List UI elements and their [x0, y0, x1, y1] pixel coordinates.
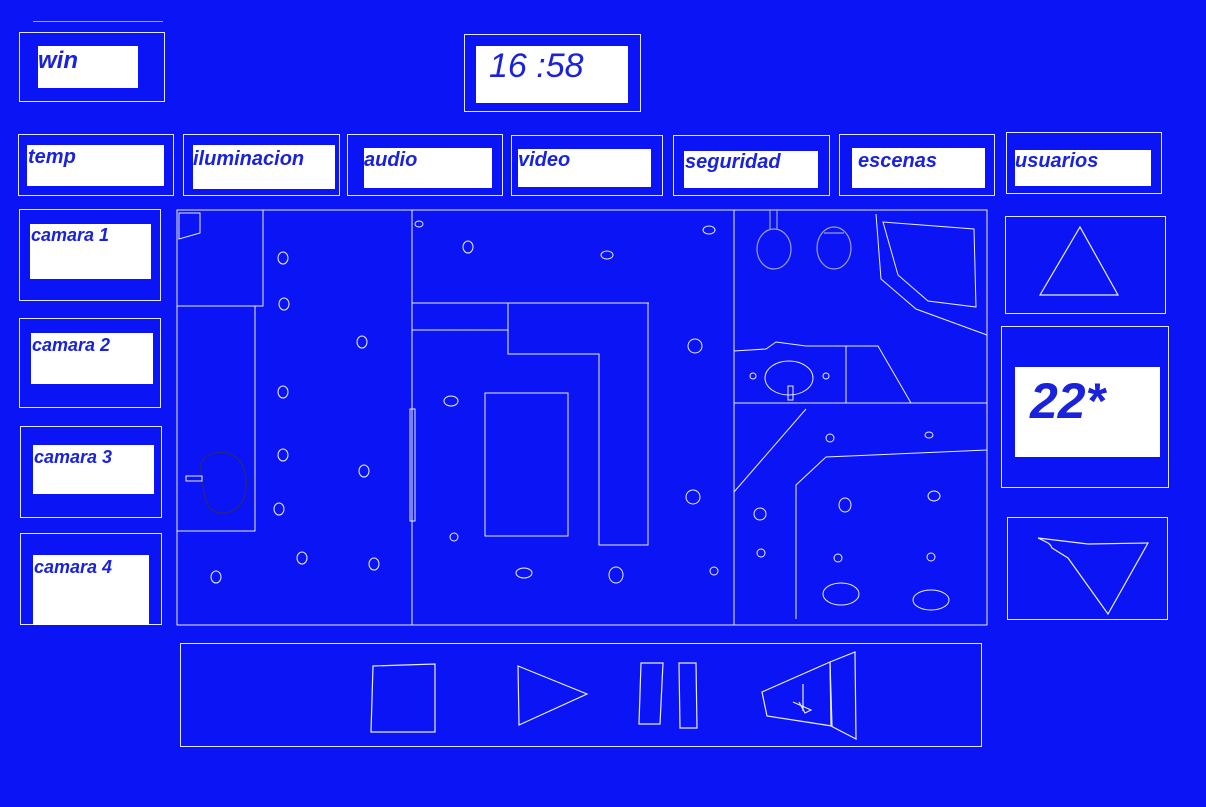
floorplan-tub [882, 221, 977, 308]
floorplan-light [273, 502, 285, 516]
floorplan-light [462, 240, 474, 254]
tab-label: video [518, 149, 571, 171]
temperature-panel: 22* [1001, 326, 1169, 488]
tab-temp[interactable]: temp [18, 134, 174, 196]
floorplan-toilet-flush [185, 475, 203, 482]
floorplan-light [277, 385, 289, 399]
floorplan-light [210, 570, 222, 584]
clock-panel: 16 :58 [464, 34, 641, 112]
tab-label: usuarios [1015, 150, 1099, 172]
floorplan-icon[interactable] [176, 209, 988, 627]
volume-icon-speaker [829, 651, 857, 740]
triangle-down-icon [1037, 537, 1150, 616]
floorplan-light [924, 431, 934, 439]
floorplan-light [912, 589, 950, 611]
volume-icon[interactable] [761, 661, 833, 727]
floorplan-light [600, 250, 614, 260]
floorplan-corridor [507, 303, 649, 546]
volume-icon-mark [792, 701, 813, 714]
camera-4-button[interactable]: camara 4 [20, 533, 162, 625]
win-button[interactable]: win [19, 32, 165, 102]
triangle-up-icon [1038, 225, 1120, 296]
floorplan-light [685, 489, 701, 505]
tab-seguridad[interactable]: seguridad [673, 135, 830, 196]
floorplan-wall [845, 345, 912, 404]
floorplan-room [176, 209, 264, 307]
stop-icon[interactable] [370, 663, 436, 733]
tab-label: escenas [858, 150, 937, 172]
floorplan-light [753, 507, 767, 521]
floorplan-toilet [200, 451, 247, 514]
floorplan-chair [756, 228, 792, 270]
camera-1-button[interactable]: camara 1 [19, 209, 161, 301]
floorplan-light [838, 497, 852, 513]
floorplan-light [926, 552, 936, 562]
camera-2-button[interactable]: camara 2 [19, 318, 161, 408]
floorplan-light [709, 566, 719, 576]
tab-usuarios[interactable]: usuarios [1006, 132, 1162, 194]
floorplan-light [687, 338, 703, 354]
tab-iluminacion[interactable]: iluminacion [183, 134, 340, 196]
floorplan-counter [733, 341, 846, 352]
floorplan-light [608, 566, 624, 584]
floorplan-light [443, 395, 459, 407]
camera-label: camara 3 [34, 447, 113, 467]
floorplan-light [368, 557, 380, 571]
camera-3-button[interactable]: camara 3 [20, 426, 162, 518]
camera-label: camara 4 [34, 557, 113, 577]
top-divider [33, 21, 163, 22]
floorplan-tap [787, 385, 794, 401]
clock-time: 16 :58 [489, 47, 584, 85]
media-controls-icons [370, 651, 857, 740]
win-label: win [38, 47, 78, 74]
floorplan-light [358, 464, 370, 478]
pause-icon[interactable] [638, 662, 664, 725]
home-control-screen: win 16 :58 temp iluminacion audio video … [0, 0, 1206, 807]
temperature-value: 22* [1030, 373, 1106, 429]
floorplan-sink [178, 212, 201, 240]
floorplan-light [278, 297, 290, 311]
media-controls-bar [180, 643, 982, 747]
floorplan-light [749, 372, 757, 380]
floorplan-basin [764, 360, 814, 396]
floorplan-light [356, 335, 368, 349]
temperature-down-button[interactable] [1007, 517, 1168, 620]
tab-label: iluminacion [193, 148, 305, 170]
pause-icon-bar [678, 662, 698, 729]
floorplan-light [822, 582, 860, 606]
floorplan-light [296, 551, 308, 565]
tab-video[interactable]: video [511, 135, 663, 196]
camera-label: camara 2 [32, 335, 111, 355]
floorplan-tub-curve [875, 213, 988, 336]
floorplan-room [176, 305, 256, 532]
floorplan-light [702, 225, 716, 235]
tab-escenas[interactable]: escenas [839, 134, 995, 196]
floorplan-light [449, 532, 459, 542]
camera-label: camara 1 [31, 225, 110, 245]
floorplan-wall [733, 408, 807, 493]
tab-label: audio [364, 149, 418, 171]
floorplan-light [756, 548, 766, 558]
floorplan-light [277, 448, 289, 462]
tab-label: seguridad [685, 151, 781, 173]
floorplan-light [277, 251, 289, 265]
floorplan-light [927, 490, 941, 502]
floorplan-light [515, 567, 533, 579]
floorplan-light [414, 220, 424, 228]
floorplan-light [822, 372, 830, 380]
play-icon[interactable] [517, 665, 589, 726]
temperature-up-button[interactable] [1005, 216, 1166, 314]
tab-label: temp [28, 146, 76, 168]
floorplan-light [833, 553, 843, 563]
floorplan-table [484, 392, 569, 537]
floorplan-light [825, 433, 835, 443]
tab-audio[interactable]: audio [347, 134, 503, 196]
floorplan-wall [795, 449, 988, 619]
